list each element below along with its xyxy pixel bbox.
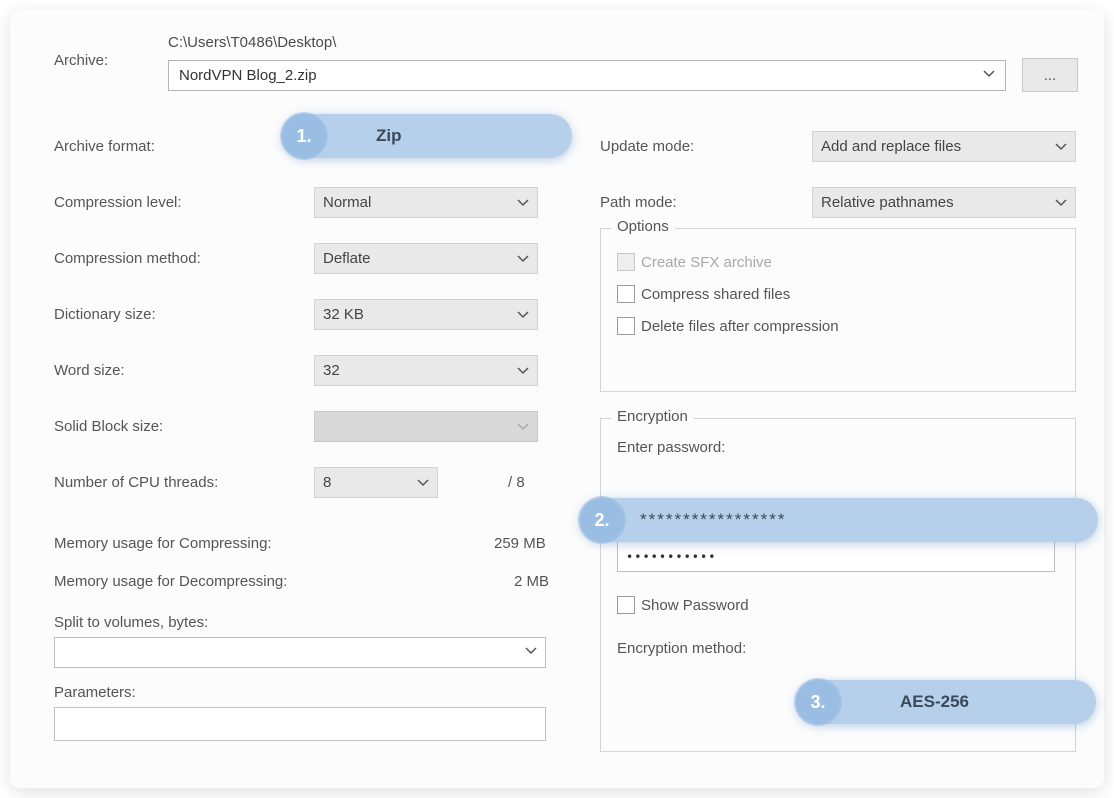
archive-name-combo[interactable]: NordVPN Blog_2.zip [168,60,1006,91]
mem-compress-value: 259 MB [494,535,546,552]
delete-after-checkbox[interactable]: Delete files after compression [617,317,1059,335]
chevron-down-icon [525,644,537,661]
word-size-label: Word size: [54,362,314,379]
callout-2-badge: 2. [578,496,626,544]
word-size-select[interactable]: 32 [314,355,538,386]
checkbox-box-icon [617,596,635,614]
mem-decompress-value: 2 MB [514,573,549,590]
compression-level-value: Normal [323,194,371,211]
word-size-value: 32 [323,362,340,379]
enter-password-value: ***************** [640,510,786,530]
archive-label: Archive: [54,52,108,69]
reenter-password-input[interactable]: ••••••••••• [617,541,1055,572]
path-mode-value: Relative pathnames [821,194,954,211]
archive-name-value: NordVPN Blog_2.zip [179,67,317,84]
callout-2-pill[interactable]: ***************** [580,498,1098,542]
browse-button[interactable]: ... [1022,58,1078,92]
checkbox-box-icon [617,285,635,303]
path-mode-select[interactable]: Relative pathnames [812,187,1076,218]
chevron-down-icon [517,420,529,432]
encryption-method-value: AES-256 [900,692,969,712]
delete-after-label: Delete files after compression [641,318,839,335]
compression-method-value: Deflate [323,250,371,267]
right-column: Update mode: Add and replace files Path … [600,118,1076,230]
compression-level-select[interactable]: Normal [314,187,538,218]
create-sfx-label: Create SFX archive [641,254,772,271]
chevron-down-icon [517,252,529,264]
options-title: Options [611,218,675,235]
update-mode-select[interactable]: Add and replace files [812,131,1076,162]
show-password-label: Show Password [641,597,749,614]
archive-format-label: Archive format: [54,138,314,155]
chevron-down-icon [517,196,529,208]
enter-password-label: Enter password: [617,439,1059,456]
chevron-down-icon [417,476,429,488]
chevron-down-icon [1055,196,1067,208]
callout-3-badge: 3. [794,678,842,726]
archive-format-value: Zip [376,126,402,146]
checkbox-box-icon [617,253,635,271]
split-volumes-combo[interactable] [54,637,546,668]
reenter-password-value: ••••••••••• [626,550,716,564]
callout-1-badge: 1. [280,112,328,160]
compression-method-label: Compression method: [54,250,314,267]
chevron-down-icon [983,67,995,84]
show-password-checkbox[interactable]: Show Password [617,596,1059,614]
dictionary-size-select[interactable]: 32 KB [314,299,538,330]
cpu-threads-total: / 8 [508,474,525,491]
solid-block-size-label: Solid Block size: [54,418,314,435]
mem-compress-label: Memory usage for Compressing: [54,535,272,552]
chevron-down-icon [1055,140,1067,152]
dictionary-size-label: Dictionary size: [54,306,314,323]
compression-level-label: Compression level: [54,194,314,211]
cpu-threads-value: 8 [323,474,331,491]
create-sfx-checkbox: Create SFX archive [617,253,1059,271]
chevron-down-icon [517,308,529,320]
update-mode-label: Update mode: [600,138,812,155]
left-column: Archive format: Compression level: Norma… [54,118,554,741]
encryption-method-label: Encryption method: [617,640,1059,657]
dictionary-size-value: 32 KB [323,306,364,323]
path-mode-label: Path mode: [600,194,812,211]
update-mode-value: Add and replace files [821,138,961,155]
checkbox-box-icon [617,317,635,335]
encryption-title: Encryption [611,408,694,425]
add-to-archive-dialog: Archive: C:\Users\T0486\Desktop\ NordVPN… [10,10,1104,788]
compress-shared-checkbox[interactable]: Compress shared files [617,285,1059,303]
options-group: Options Create SFX archive Compress shar… [600,228,1076,392]
parameters-label: Parameters: [54,684,554,701]
parameters-input[interactable] [54,707,546,741]
split-volumes-label: Split to volumes, bytes: [54,614,554,631]
compress-shared-label: Compress shared files [641,286,790,303]
cpu-threads-select[interactable]: 8 [314,467,438,498]
solid-block-size-select[interactable] [314,411,538,442]
archive-path: C:\Users\T0486\Desktop\ [168,34,336,51]
chevron-down-icon [517,364,529,376]
cpu-threads-label: Number of CPU threads: [54,474,314,491]
compression-method-select[interactable]: Deflate [314,243,538,274]
mem-decompress-label: Memory usage for Decompressing: [54,573,287,590]
